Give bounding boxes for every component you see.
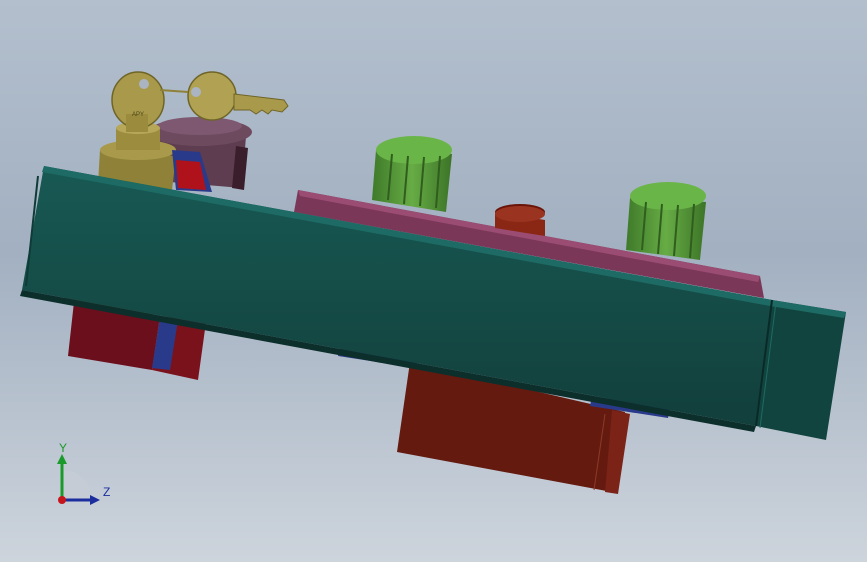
graphics-viewport[interactable]: APY Y Z <box>0 0 867 562</box>
cad-model-scene[interactable]: APY <box>0 0 867 562</box>
key-2 <box>159 71 289 121</box>
key-inscription: APY <box>132 112 144 118</box>
green-knob-2 <box>626 182 706 260</box>
green-knob-1 <box>372 136 452 212</box>
y-axis-arrowhead <box>57 454 67 464</box>
z-axis-arrowhead <box>90 495 100 505</box>
triad-quadrant <box>62 470 92 500</box>
key-1: APY <box>111 71 165 132</box>
panel-end-cap <box>755 299 846 440</box>
y-axis-label: Y <box>59 441 67 455</box>
z-axis-label: Z <box>103 485 110 499</box>
orientation-triad: Y Z <box>57 441 110 505</box>
triad-origin <box>58 496 66 504</box>
